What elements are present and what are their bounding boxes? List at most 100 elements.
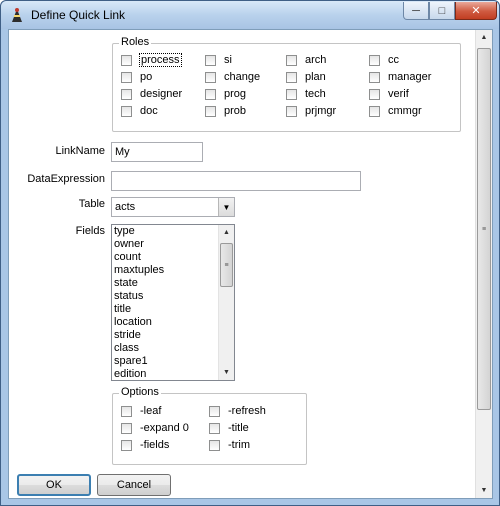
scroll-down-icon[interactable]: ▼ bbox=[219, 365, 234, 380]
checkbox-square[interactable] bbox=[286, 88, 297, 100]
list-item[interactable]: type bbox=[112, 225, 234, 238]
list-item[interactable]: count bbox=[112, 251, 234, 264]
list-item[interactable]: maxtuples bbox=[112, 264, 234, 277]
cancel-button[interactable]: Cancel bbox=[97, 474, 171, 496]
role-checkbox-change[interactable]: change bbox=[205, 70, 260, 84]
scroll-down-icon[interactable]: ▼ bbox=[476, 483, 492, 498]
checkbox-square[interactable] bbox=[286, 71, 297, 83]
fields-label: Fields bbox=[75, 225, 105, 237]
dataexpression-input[interactable] bbox=[111, 171, 361, 191]
checkbox-square[interactable] bbox=[286, 54, 297, 66]
maximize-button[interactable]: □ bbox=[429, 2, 455, 20]
checkbox-square[interactable] bbox=[121, 54, 132, 66]
linkname-input[interactable] bbox=[111, 142, 203, 162]
maximize-icon: □ bbox=[438, 4, 446, 17]
option-checkbox-label: -refresh bbox=[228, 405, 266, 417]
role-checkbox-label: prob bbox=[224, 105, 247, 117]
list-item[interactable]: spare1 bbox=[112, 355, 234, 368]
option-checkbox-title[interactable]: -title bbox=[209, 421, 249, 435]
role-checkbox-arch[interactable]: arch bbox=[286, 53, 326, 67]
role-checkbox-prob[interactable]: prob bbox=[205, 104, 246, 118]
table-label: Table bbox=[78, 198, 105, 210]
option-checkbox-leaf[interactable]: -leaf bbox=[121, 404, 161, 418]
role-checkbox-label: tech bbox=[305, 88, 326, 100]
linkname-label: LinkName bbox=[55, 145, 105, 157]
option-checkbox-trim[interactable]: -trim bbox=[209, 438, 250, 452]
option-checkbox-label: -leaf bbox=[140, 405, 162, 417]
option-checkbox-expand-0[interactable]: -expand 0 bbox=[121, 421, 189, 435]
list-item[interactable]: owner bbox=[112, 238, 234, 251]
role-checkbox-verif[interactable]: verif bbox=[369, 87, 409, 101]
list-item[interactable]: status bbox=[112, 290, 234, 303]
role-checkbox-si[interactable]: si bbox=[205, 53, 232, 67]
option-checkbox-fields[interactable]: -fields bbox=[121, 438, 169, 452]
role-checkbox-label: arch bbox=[305, 54, 327, 66]
option-checkbox-refresh[interactable]: -refresh bbox=[209, 404, 266, 418]
checkbox-square[interactable] bbox=[121, 105, 132, 117]
checkbox-square[interactable] bbox=[369, 105, 380, 117]
scroll-up-icon[interactable]: ▲ bbox=[476, 30, 492, 45]
role-checkbox-plan[interactable]: plan bbox=[286, 70, 326, 84]
checkbox-square[interactable] bbox=[209, 439, 220, 451]
close-icon: ✕ bbox=[471, 5, 481, 17]
dialog-scrollbar[interactable]: ▲ ≡ ▼ bbox=[475, 30, 492, 498]
roles-group: Roles process si arch cc po change plan manager… bbox=[112, 36, 461, 132]
checkbox-square[interactable] bbox=[121, 71, 132, 83]
list-item[interactable]: edition bbox=[112, 368, 234, 380]
role-checkbox-label: verif bbox=[388, 88, 409, 100]
list-item[interactable]: location bbox=[112, 316, 234, 329]
ok-button[interactable]: OK bbox=[17, 474, 91, 496]
role-checkbox-label: doc bbox=[140, 105, 158, 117]
chevron-down-icon[interactable]: ▼ bbox=[218, 198, 234, 216]
dataexpression-label: DataExpression bbox=[27, 173, 105, 185]
list-item[interactable]: class bbox=[112, 342, 234, 355]
role-checkbox-tech[interactable]: tech bbox=[286, 87, 326, 101]
role-checkbox-process[interactable]: process bbox=[121, 53, 182, 67]
role-checkbox-label: designer bbox=[140, 88, 183, 100]
checkbox-square[interactable] bbox=[369, 71, 380, 83]
checkbox-square[interactable] bbox=[286, 105, 297, 117]
option-checkbox-label: -fields bbox=[140, 439, 170, 451]
close-button[interactable]: ✕ bbox=[455, 2, 497, 20]
checkbox-square[interactable] bbox=[121, 405, 132, 417]
checkbox-square[interactable] bbox=[369, 54, 380, 66]
role-checkbox-cmmgr[interactable]: cmmgr bbox=[369, 104, 422, 118]
window-title: Define Quick Link bbox=[31, 8, 126, 22]
role-checkbox-doc[interactable]: doc bbox=[121, 104, 158, 118]
role-checkbox-manager[interactable]: manager bbox=[369, 70, 431, 84]
title-bar[interactable]: Define Quick Link ─ □ ✕ bbox=[1, 1, 499, 29]
fields-listbox[interactable]: type owner count maxtuples state status title l… bbox=[111, 224, 235, 381]
checkbox-square[interactable] bbox=[369, 88, 380, 100]
role-checkbox-label: po bbox=[140, 71, 153, 83]
role-checkbox-prjmgr[interactable]: prjmgr bbox=[286, 104, 336, 118]
checkbox-square[interactable] bbox=[121, 88, 132, 100]
option-checkbox-label: -expand 0 bbox=[140, 422, 189, 434]
scroll-up-icon[interactable]: ▲ bbox=[219, 225, 234, 240]
checkbox-square[interactable] bbox=[205, 71, 216, 83]
checkbox-square[interactable] bbox=[121, 439, 132, 451]
checkbox-square[interactable] bbox=[205, 105, 216, 117]
table-select-value: acts bbox=[115, 201, 136, 213]
role-checkbox-po[interactable]: po bbox=[121, 70, 152, 84]
minimize-button[interactable]: ─ bbox=[403, 2, 429, 20]
roles-legend: Roles bbox=[119, 36, 152, 48]
role-checkbox-prog[interactable]: prog bbox=[205, 87, 246, 101]
list-item[interactable]: title bbox=[112, 303, 234, 316]
checkbox-square[interactable] bbox=[121, 422, 132, 434]
role-checkbox-label: prjmgr bbox=[305, 105, 337, 117]
checkbox-square[interactable] bbox=[205, 54, 216, 66]
checkbox-square[interactable] bbox=[205, 88, 216, 100]
dialog-client-area: Roles process si arch cc po change plan manager… bbox=[8, 29, 493, 499]
role-checkbox-label: prog bbox=[224, 88, 247, 100]
list-item[interactable]: state bbox=[112, 277, 234, 290]
table-select[interactable]: acts ▼ bbox=[111, 197, 235, 217]
checkbox-square[interactable] bbox=[209, 422, 220, 434]
scroll-thumb[interactable]: ≡ bbox=[220, 243, 233, 287]
role-checkbox-cc[interactable]: cc bbox=[369, 53, 399, 67]
checkbox-square[interactable] bbox=[209, 405, 220, 417]
list-item[interactable]: stride bbox=[112, 329, 234, 342]
fields-scrollbar[interactable]: ▲ ≡ ▼ bbox=[218, 225, 234, 380]
option-checkbox-label: -title bbox=[228, 422, 249, 434]
role-checkbox-designer[interactable]: designer bbox=[121, 87, 182, 101]
dialog-scroll-thumb[interactable]: ≡ bbox=[477, 48, 491, 410]
